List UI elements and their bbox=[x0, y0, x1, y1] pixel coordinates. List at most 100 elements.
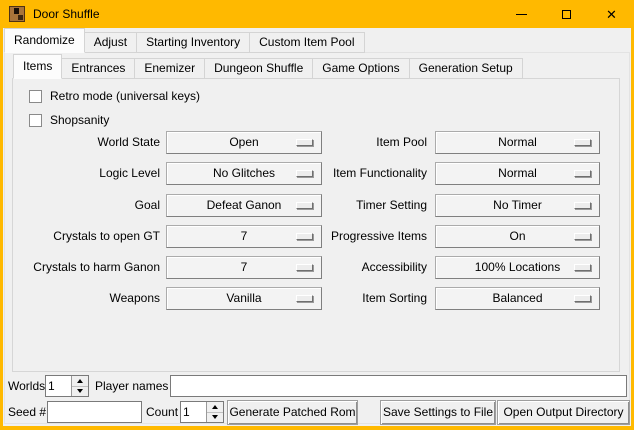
count-label: Count bbox=[146, 401, 178, 423]
dropdown-indicator-icon bbox=[296, 139, 313, 146]
worlds-spinbox bbox=[45, 375, 89, 397]
arrow-up-icon bbox=[212, 405, 218, 409]
dropdown-indicator-icon bbox=[574, 295, 591, 302]
tab-custom-item-pool[interactable]: Custom Item Pool bbox=[249, 32, 364, 53]
arrow-up-icon bbox=[77, 379, 83, 383]
crystals-gt-label: Crystals to open GT bbox=[8, 225, 160, 248]
door-slot-detail bbox=[14, 8, 19, 14]
goal-row: Goal Defeat Ganon bbox=[8, 194, 322, 217]
item-pool-dropdown[interactable]: Normal bbox=[435, 131, 600, 154]
window-controls: ✕ bbox=[499, 0, 634, 28]
accessibility-row: Accessibility 100% Locations bbox=[320, 256, 600, 279]
generate-patched-rom-button[interactable]: Generate Patched Rom bbox=[227, 400, 358, 425]
item-pool-row: Item Pool Normal bbox=[320, 131, 600, 154]
tab-adjust[interactable]: Adjust bbox=[84, 32, 137, 53]
item-functionality-label: Item Functionality bbox=[320, 162, 427, 185]
crystals-ganon-row: Crystals to harm Ganon 7 bbox=[8, 256, 322, 279]
door-plate-detail bbox=[18, 15, 23, 20]
tab-game-options[interactable]: Game Options bbox=[312, 58, 409, 79]
logic-level-dropdown[interactable]: No Glitches bbox=[166, 162, 322, 185]
count-spin-buttons bbox=[206, 402, 223, 422]
close-button[interactable]: ✕ bbox=[589, 0, 634, 28]
open-output-directory-button[interactable]: Open Output Directory bbox=[497, 400, 630, 425]
dropdown-indicator-icon bbox=[296, 233, 313, 240]
weapons-dropdown[interactable]: Vanilla bbox=[166, 287, 322, 310]
tab-items[interactable]: Items bbox=[13, 54, 62, 79]
dropdown-indicator-icon bbox=[574, 202, 591, 209]
crystals-ganon-dropdown[interactable]: 7 bbox=[166, 256, 322, 279]
tab-dungeon-shuffle[interactable]: Dungeon Shuffle bbox=[204, 58, 313, 79]
sub-tab-bar: Items Entrances Enemizer Dungeon Shuffle… bbox=[13, 56, 522, 79]
seed-input[interactable] bbox=[47, 401, 142, 423]
maximize-icon bbox=[562, 10, 571, 19]
weapons-row: Weapons Vanilla bbox=[8, 287, 322, 310]
tab-randomize[interactable]: Randomize bbox=[4, 28, 85, 53]
goal-dropdown[interactable]: Defeat Ganon bbox=[166, 194, 322, 217]
crystals-gt-dropdown[interactable]: 7 bbox=[166, 225, 322, 248]
accessibility-dropdown[interactable]: 100% Locations bbox=[435, 256, 600, 279]
arrow-down-icon bbox=[212, 415, 218, 419]
progressive-items-row: Progressive Items On bbox=[320, 225, 600, 248]
count-spin-down-button[interactable] bbox=[207, 412, 223, 423]
dropdown-indicator-icon bbox=[296, 170, 313, 177]
timer-setting-label: Timer Setting bbox=[320, 194, 427, 217]
worlds-spin-up-button[interactable] bbox=[72, 376, 88, 386]
goal-label: Goal bbox=[8, 194, 160, 217]
logic-level-row: Logic Level No Glitches bbox=[8, 162, 322, 185]
worlds-label: Worlds bbox=[8, 375, 45, 397]
tab-entrances[interactable]: Entrances bbox=[61, 58, 135, 79]
count-spinbox bbox=[180, 401, 224, 423]
maximize-button[interactable] bbox=[544, 0, 589, 28]
crystals-gt-row: Crystals to open GT 7 bbox=[8, 225, 322, 248]
item-pool-value: Normal bbox=[498, 135, 537, 149]
app-window: Door Shuffle ✕ Randomize Adjust Starting… bbox=[0, 0, 634, 430]
goal-value: Defeat Ganon bbox=[207, 198, 282, 212]
count-input[interactable] bbox=[181, 402, 206, 422]
retro-mode-checkbox[interactable] bbox=[29, 90, 42, 103]
world-state-row: World State Open bbox=[8, 131, 322, 154]
world-state-dropdown[interactable]: Open bbox=[166, 131, 322, 154]
item-functionality-row: Item Functionality Normal bbox=[320, 162, 600, 185]
crystals-ganon-label: Crystals to harm Ganon bbox=[8, 256, 160, 279]
world-state-value: Open bbox=[229, 135, 258, 149]
minimize-icon bbox=[516, 14, 527, 15]
item-sorting-dropdown[interactable]: Balanced bbox=[435, 287, 600, 310]
world-state-label: World State bbox=[8, 131, 160, 154]
minimize-button[interactable] bbox=[499, 0, 544, 28]
dropdown-indicator-icon bbox=[296, 295, 313, 302]
crystals-gt-value: 7 bbox=[241, 229, 248, 243]
tab-generation-setup[interactable]: Generation Setup bbox=[409, 58, 523, 79]
item-sorting-value: Balanced bbox=[492, 291, 542, 305]
retro-mode-label: Retro mode (universal keys) bbox=[50, 88, 200, 105]
worlds-input[interactable] bbox=[46, 376, 71, 396]
timer-setting-row: Timer Setting No Timer bbox=[320, 194, 600, 217]
accessibility-label: Accessibility bbox=[320, 256, 427, 279]
progressive-items-label: Progressive Items bbox=[320, 225, 427, 248]
item-sorting-row: Item Sorting Balanced bbox=[320, 287, 600, 310]
player-names-label: Player names bbox=[95, 375, 168, 397]
progressive-items-value: On bbox=[509, 229, 525, 243]
item-sorting-label: Item Sorting bbox=[320, 287, 427, 310]
save-settings-button[interactable]: Save Settings to File bbox=[380, 400, 496, 425]
item-functionality-dropdown[interactable]: Normal bbox=[435, 162, 600, 185]
logic-level-value: No Glitches bbox=[213, 166, 275, 180]
shopsanity-checkbox[interactable] bbox=[29, 114, 42, 127]
arrow-down-icon bbox=[77, 389, 83, 393]
tab-starting-inventory[interactable]: Starting Inventory bbox=[136, 32, 250, 53]
dropdown-indicator-icon bbox=[296, 264, 313, 271]
titlebar: Door Shuffle ✕ bbox=[0, 0, 634, 28]
timer-setting-dropdown[interactable]: No Timer bbox=[435, 194, 600, 217]
window-title: Door Shuffle bbox=[33, 0, 100, 28]
dropdown-indicator-icon bbox=[296, 202, 313, 209]
count-spin-up-button[interactable] bbox=[207, 402, 223, 412]
player-names-input[interactable] bbox=[170, 375, 627, 397]
progressive-items-dropdown[interactable]: On bbox=[435, 225, 600, 248]
weapons-value: Vanilla bbox=[226, 291, 261, 305]
item-pool-label: Item Pool bbox=[320, 131, 427, 154]
door-app-icon bbox=[9, 6, 25, 22]
worlds-spin-down-button[interactable] bbox=[72, 386, 88, 397]
tab-enemizer[interactable]: Enemizer bbox=[134, 58, 205, 79]
dropdown-indicator-icon bbox=[574, 139, 591, 146]
weapons-label: Weapons bbox=[8, 287, 160, 310]
shopsanity-option: Shopsanity bbox=[29, 112, 109, 129]
